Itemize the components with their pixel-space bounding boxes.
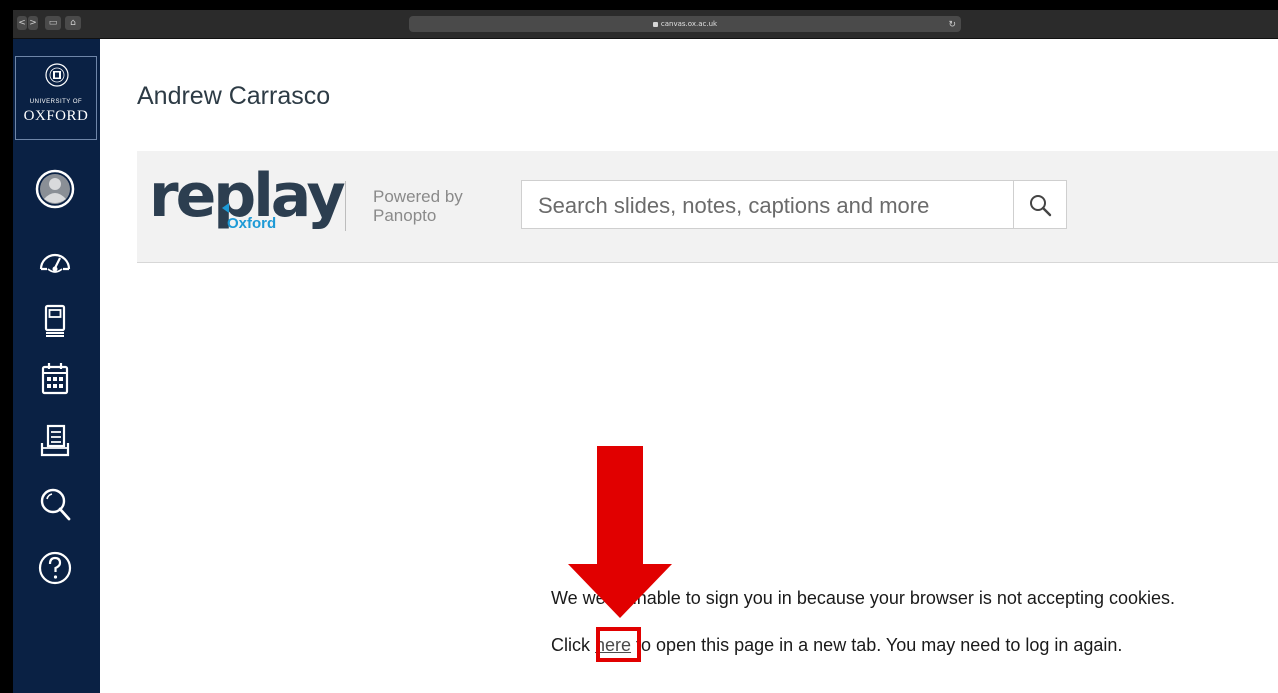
panopto-text: Panopto [373,206,437,225]
search-submit-button[interactable] [1013,181,1066,228]
replay-oxford-text: Oxford [227,215,277,232]
global-nav: UNIVERSITY OF OXFORD [13,39,100,693]
help-icon[interactable] [33,546,77,590]
browser-toolbar: < > ▭ ⌂ canvas.ox.ac.uk ↻ [13,10,1278,39]
powered-by-panopto: Powered by Panopto [373,187,463,225]
lock-icon [652,21,658,27]
logo-oxford-text: OXFORD [23,108,89,124]
inbox-icon[interactable] [33,419,77,463]
address-bar[interactable]: canvas.ox.ac.uk ↻ [409,16,961,32]
crest-icon [45,63,69,87]
address-bar-text: canvas.ox.ac.uk [409,16,961,32]
oxford-logo[interactable]: UNIVERSITY OF OXFORD [15,56,97,140]
replay-search-input[interactable]: Search slides, notes, captions and more [521,180,1067,229]
play-arrow-icon [222,203,229,213]
search-placeholder: Search slides, notes, captions and more [538,193,930,218]
left-border [0,0,13,693]
calendar-icon[interactable] [33,357,77,401]
screenshot-frame: < > ▭ ⌂ canvas.ox.ac.uk ↻ UNIVERSITY OF … [0,0,1278,693]
message-suffix: to open this page in a new tab. You may … [631,635,1123,655]
logo-university-text: UNIVERSITY OF [29,99,83,105]
magnifier-icon [1030,195,1052,217]
home-button[interactable]: ⌂ [65,16,81,30]
powered-by-text: Powered by [373,187,463,206]
message-prefix: Click [551,635,595,655]
red-highlight-box [596,627,641,662]
red-annotation-arrow [568,446,672,618]
sidebar-toggle-button[interactable]: ▭ [45,16,61,30]
header-divider [345,181,346,231]
url-label: canvas.ox.ac.uk [660,20,718,28]
page-title: Andrew Carrasco [137,82,331,110]
search-icon[interactable] [33,482,77,526]
reload-icon[interactable]: ↻ [948,16,956,32]
forward-button[interactable]: > [28,16,38,30]
courses-icon[interactable] [33,299,77,343]
dashboard-icon[interactable] [33,239,77,283]
replay-header: replay Oxford Powered by Panopto Search … [137,151,1278,263]
account-icon[interactable] [33,167,77,211]
replay-oxford-logo: replay Oxford [149,161,346,239]
back-button[interactable]: < [17,16,27,30]
top-border [0,0,1278,10]
